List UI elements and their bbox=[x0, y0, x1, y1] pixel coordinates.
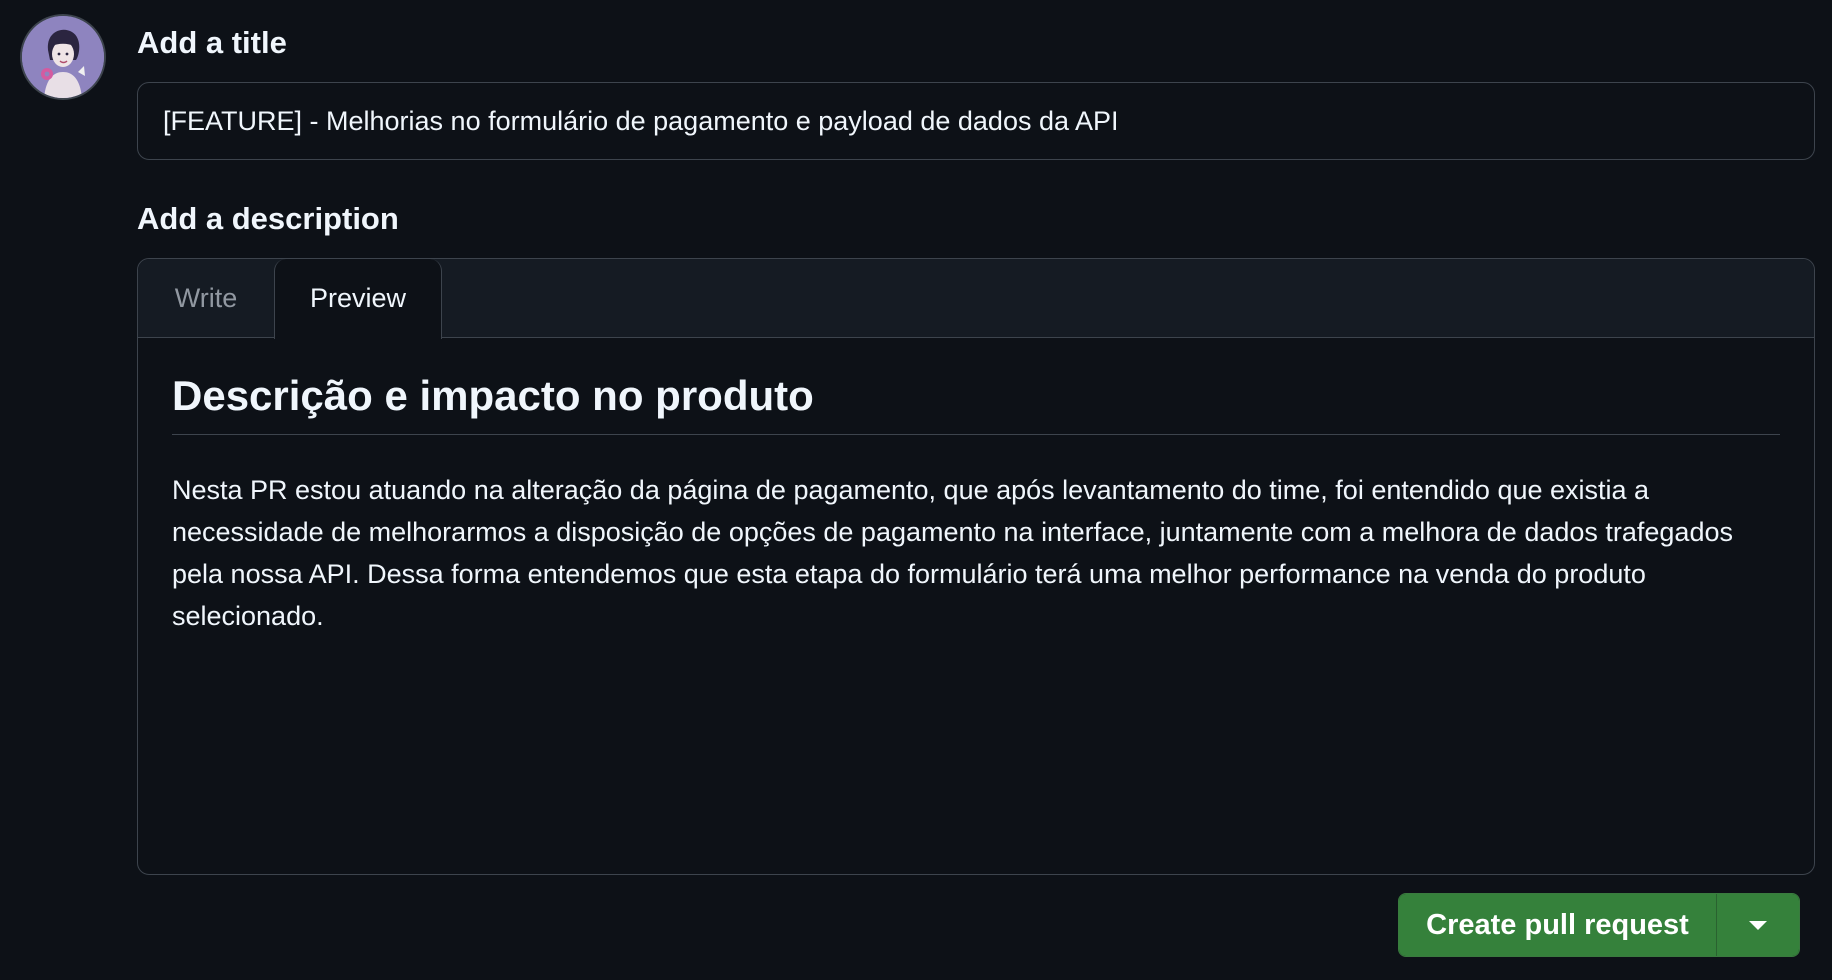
preview-heading: Descrição e impacto no produto bbox=[172, 375, 1780, 435]
editor-tab-bar: Write Preview bbox=[138, 259, 1814, 339]
avatar-illustration-icon bbox=[22, 16, 104, 98]
user-avatar[interactable] bbox=[22, 16, 104, 98]
create-pull-request-button[interactable]: Create pull request bbox=[1399, 894, 1717, 956]
preview-content: Descrição e impacto no produto Nesta PR … bbox=[172, 375, 1780, 637]
title-label: Add a title bbox=[137, 25, 287, 60]
tab-write[interactable]: Write bbox=[138, 259, 274, 337]
create-options-dropdown-button[interactable] bbox=[1717, 894, 1799, 956]
title-input[interactable] bbox=[137, 82, 1815, 160]
description-label: Add a description bbox=[137, 201, 399, 236]
create-pull-request-button-group: Create pull request bbox=[1398, 893, 1800, 957]
pull-request-form: Add a title Add a description Write Prev… bbox=[0, 0, 1832, 980]
tab-preview[interactable]: Preview bbox=[274, 259, 442, 339]
triangle-down-icon bbox=[1749, 920, 1767, 930]
description-editor: Write Preview Descrição e impacto no pro… bbox=[137, 258, 1815, 875]
preview-paragraph: Nesta PR estou atuando na alteração da p… bbox=[172, 475, 1733, 631]
